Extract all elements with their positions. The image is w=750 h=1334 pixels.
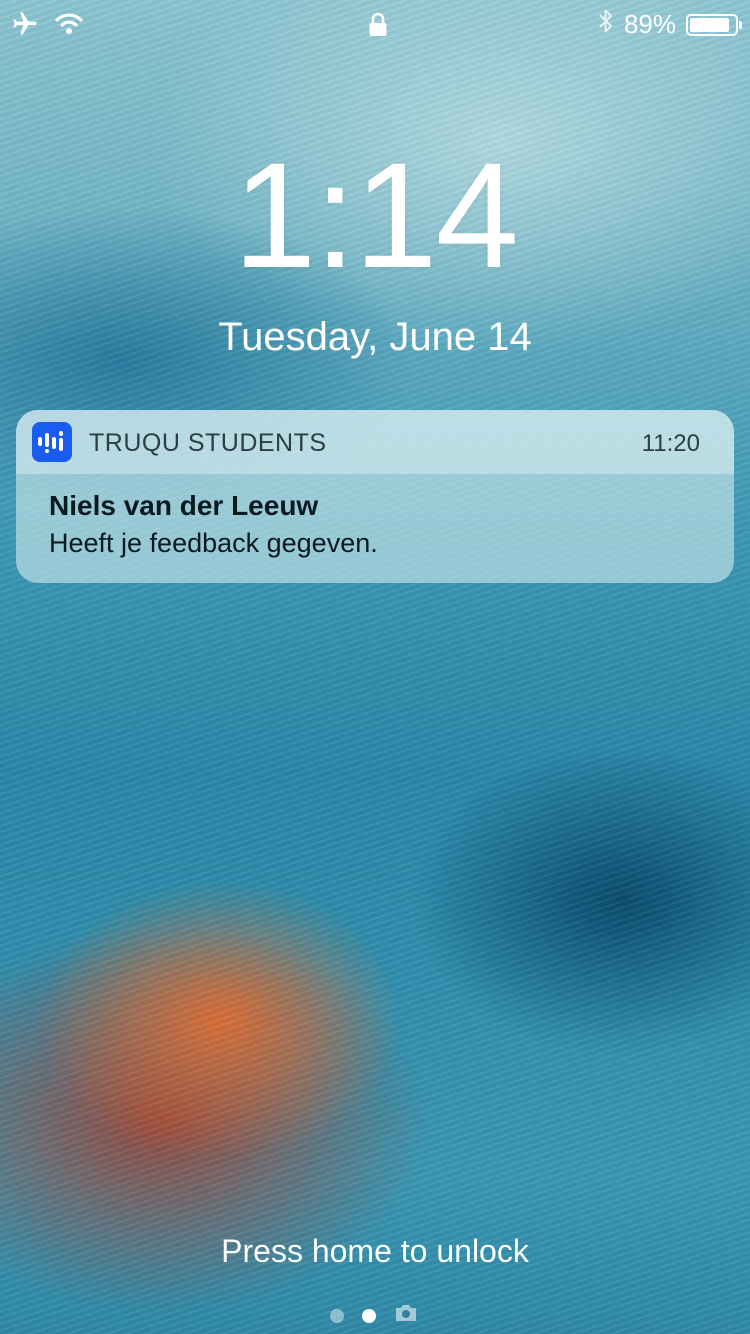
lock-time: 1:14 xyxy=(233,131,519,299)
lock-date: Tuesday, June 14 xyxy=(218,315,532,359)
status-bar-left xyxy=(10,10,84,43)
today-dot[interactable] xyxy=(330,1308,344,1323)
wifi-icon xyxy=(54,11,84,42)
unlock-hint: Press home to unlock xyxy=(0,1233,750,1270)
page-indicator xyxy=(330,1303,418,1328)
lock-dot[interactable] xyxy=(362,1308,376,1323)
notification-card[interactable]: TRUQU STUDENTS 11:20 Niels van der Leeuw… xyxy=(16,410,734,583)
status-bar: 89% xyxy=(0,0,750,50)
camera-icon[interactable] xyxy=(394,1303,418,1328)
notification-body: Niels van der Leeuw Heeft je feedback ge… xyxy=(16,474,734,559)
battery-percent: 89% xyxy=(623,9,676,39)
status-bar-right: 89% xyxy=(598,8,742,41)
bluetooth-icon xyxy=(598,8,614,41)
battery-level xyxy=(690,17,730,32)
lock-icon xyxy=(368,12,388,43)
notification-app-name: TRUQU STUDENTS xyxy=(89,429,327,457)
battery-icon xyxy=(686,13,742,36)
notification-message: Heeft je feedback gegeven. xyxy=(49,528,378,558)
lock-screen: 89% 1:14 Tuesday, June 14 TRUQU STUDENTS xyxy=(0,0,750,1334)
airplane-icon xyxy=(10,10,40,43)
notification-time: 11:20 xyxy=(641,430,700,457)
notification-header: TRUQU STUDENTS 11:20 xyxy=(16,410,734,474)
notification-title: Niels van der Leeuw xyxy=(49,490,319,521)
truqu-app-icon xyxy=(32,422,72,462)
